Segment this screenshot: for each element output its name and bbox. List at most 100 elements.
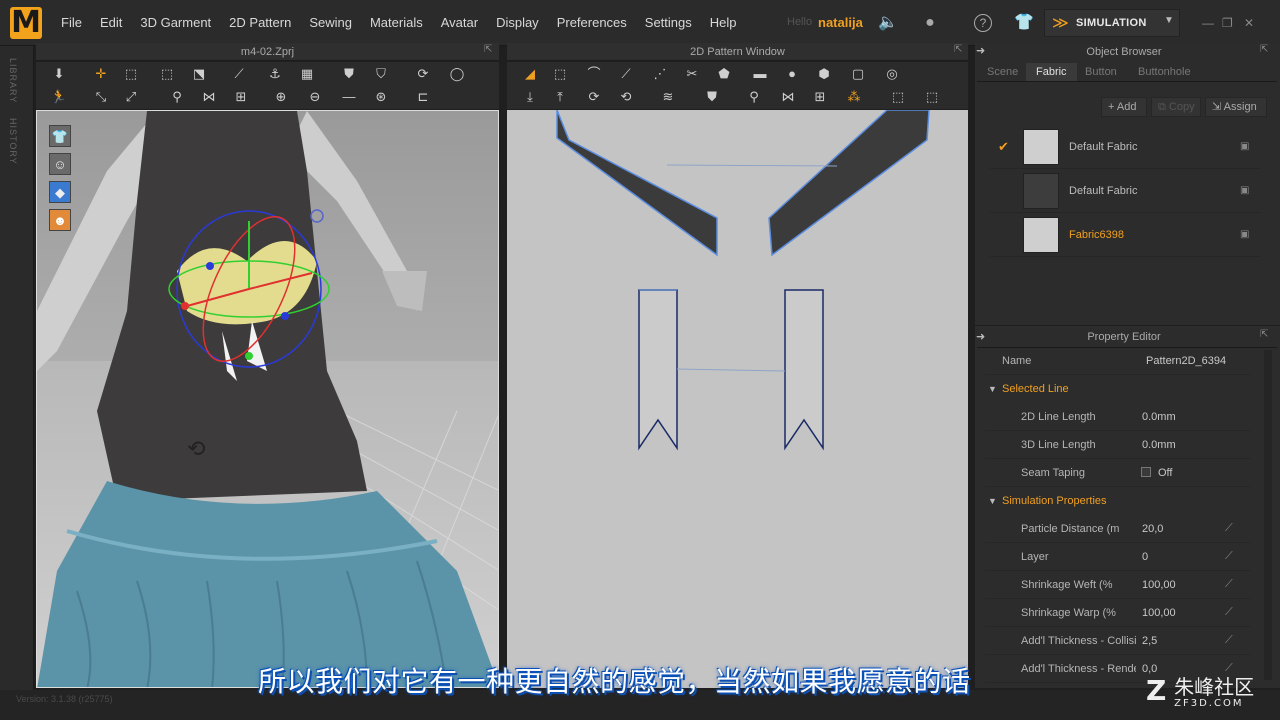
scrollbar[interactable] xyxy=(1264,350,1272,680)
panel-arrow-icon[interactable]: ➜ xyxy=(976,44,985,57)
rotate-box-icon[interactable]: ⬚ xyxy=(158,65,176,83)
stitch-icon[interactable]: ⊞ xyxy=(232,88,250,106)
edit-icon[interactable]: ⟋ xyxy=(1225,634,1233,647)
menu-settings[interactable]: Settings xyxy=(636,0,701,46)
pin-icon[interactable]: ⚓ xyxy=(266,65,284,83)
tack-icon[interactable]: ≋ xyxy=(659,88,677,106)
close-icon[interactable]: ✕ xyxy=(1244,16,1254,30)
tab-scene[interactable]: Scene xyxy=(977,63,1028,81)
lock-icon[interactable]: ▣ xyxy=(1240,229,1249,240)
segment-sewing-icon[interactable]: ⟳ xyxy=(585,88,603,106)
edit-icon[interactable]: ⟋ xyxy=(1225,550,1233,563)
expand-icon[interactable]: ⇱ xyxy=(1260,44,1268,55)
dart-icon[interactable]: ⤓ xyxy=(521,88,539,106)
add-button[interactable]: + Add xyxy=(1101,97,1147,117)
texture-edit-icon[interactable]: ⬚ xyxy=(889,88,907,106)
tab-history[interactable]: HISTORY xyxy=(8,118,18,165)
lock-icon[interactable]: ▣ xyxy=(1240,185,1249,196)
transform-icon[interactable]: ✛ xyxy=(92,65,110,83)
property-value[interactable]: 2,5 xyxy=(1142,635,1157,647)
edit-curve-point-icon[interactable]: ⟋ xyxy=(617,65,635,83)
loop-icon[interactable]: ◯ xyxy=(448,65,466,83)
rectangle-icon[interactable]: ▬ xyxy=(751,65,769,83)
internal-circle-icon[interactable]: ◎ xyxy=(883,65,901,83)
edit-curvature-icon[interactable]: ⌒ xyxy=(585,65,603,83)
trim-icon[interactable]: ⊏ xyxy=(414,88,432,106)
cut-icon[interactable]: ✂ xyxy=(683,65,701,83)
fabric-swatch[interactable] xyxy=(1023,173,1059,209)
garment-icon[interactable]: 👕 xyxy=(1014,13,1034,33)
select-arrow-icon[interactable]: ⬇ xyxy=(50,65,68,83)
tab-library[interactable]: LIBRARY xyxy=(8,58,18,103)
shirt-icon[interactable]: ⛊ xyxy=(340,65,358,83)
menu-3d-garment[interactable]: 3D Garment xyxy=(131,0,220,46)
caret-down-icon[interactable]: ▼ xyxy=(988,384,997,394)
show-texture-icon[interactable]: ◆ xyxy=(49,181,71,203)
symmetry-icon[interactable]: ⁂ xyxy=(845,88,863,106)
menu-2d-pattern[interactable]: 2D Pattern xyxy=(220,0,300,46)
internal-rectangle-icon[interactable]: ▢ xyxy=(849,65,867,83)
expand-icon[interactable]: ⇱ xyxy=(954,44,962,55)
seam-allowance-icon[interactable]: ⤒ xyxy=(551,88,569,106)
user-icon[interactable]: ● xyxy=(920,13,940,33)
circle-icon[interactable]: ● xyxy=(783,65,801,83)
tab-fabric[interactable]: Fabric xyxy=(1026,63,1077,81)
section-selected-line[interactable]: Selected Line xyxy=(1002,383,1069,395)
tab-buttonhole[interactable]: Buttonhole xyxy=(1128,63,1201,81)
polygon-icon[interactable]: ⬟ xyxy=(715,65,733,83)
buttonhole-icon[interactable]: ⊖ xyxy=(306,88,324,106)
grid-icon[interactable]: ⊞ xyxy=(811,88,829,106)
avatar-pose-icon[interactable]: 🏃 xyxy=(50,88,68,106)
tuck-icon[interactable]: ⚲ xyxy=(168,88,186,106)
view3d-canvas[interactable]: ⟲ 👕 ☺ ◆ ☻ xyxy=(36,110,499,688)
measure-icon[interactable]: ⤡ xyxy=(92,88,110,106)
assign-button[interactable]: ⇲ Assign xyxy=(1205,97,1267,117)
fold-arrangement-icon[interactable]: ⛊ xyxy=(703,88,721,106)
menu-preferences[interactable]: Preferences xyxy=(548,0,636,46)
pen-icon[interactable]: ⟋ xyxy=(230,65,248,83)
avatar-display-icon[interactable]: ☻ xyxy=(49,209,71,231)
expand-icon[interactable]: ⇱ xyxy=(484,44,492,55)
help-icon[interactable]: ? xyxy=(974,14,992,32)
button-icon[interactable]: ⊕ xyxy=(272,88,290,106)
copy-button[interactable]: ⧉ Copy xyxy=(1151,97,1201,117)
menu-display[interactable]: Display xyxy=(487,0,548,46)
edit-icon[interactable]: ⟋ xyxy=(1225,606,1233,619)
menu-file[interactable]: File xyxy=(52,0,91,46)
fold-icon[interactable]: ⬔ xyxy=(190,65,208,83)
property-value[interactable]: 0 xyxy=(1142,551,1148,563)
edit-icon[interactable]: ⟋ xyxy=(1225,578,1233,591)
curve-icon[interactable]: ⟳ xyxy=(414,65,432,83)
line-icon[interactable]: — xyxy=(340,88,358,106)
maximize-icon[interactable]: ❐ xyxy=(1222,16,1233,30)
chevron-down-icon[interactable]: ▼ xyxy=(1164,15,1174,26)
graphic-icon[interactable]: ⬚ xyxy=(923,88,941,106)
vest-icon[interactable]: ⛉ xyxy=(372,65,390,83)
seam-taping-checkbox[interactable] xyxy=(1141,467,1151,477)
tape-icon[interactable]: ⤢ xyxy=(122,88,140,106)
speaker-icon[interactable]: 🔈 xyxy=(878,13,898,33)
property-value[interactable]: 100,00 xyxy=(1142,607,1176,619)
caret-down-icon[interactable]: ▼ xyxy=(988,496,997,506)
zipper-icon[interactable]: ⋈ xyxy=(779,88,797,106)
pleat-icon[interactable]: ⚲ xyxy=(745,88,763,106)
fabric-swatch[interactable] xyxy=(1023,129,1059,165)
menu-help[interactable]: Help xyxy=(701,0,746,46)
add-point-icon[interactable]: ⋰ xyxy=(651,65,669,83)
tab-button[interactable]: Button xyxy=(1075,63,1127,81)
property-value[interactable]: 20,0 xyxy=(1142,523,1163,535)
property-value[interactable]: 100,00 xyxy=(1142,579,1176,591)
show-garment-icon[interactable]: 👕 xyxy=(49,125,71,147)
expand-icon[interactable]: ⇱ xyxy=(1260,329,1268,340)
menu-avatar[interactable]: Avatar xyxy=(432,0,487,46)
menu-sewing[interactable]: Sewing xyxy=(300,0,361,46)
minimize-icon[interactable]: — xyxy=(1202,16,1214,30)
menu-materials[interactable]: Materials xyxy=(361,0,432,46)
menu-edit[interactable]: Edit xyxy=(91,0,131,46)
fabric-swatch[interactable] xyxy=(1023,217,1059,253)
select-box-icon[interactable]: ⬚ xyxy=(122,65,140,83)
free-sewing-icon[interactable]: ⟲ xyxy=(617,88,635,106)
panel-arrow-icon[interactable]: ➜ xyxy=(976,330,985,343)
show-avatar-icon[interactable]: ☺ xyxy=(49,153,71,175)
name-value[interactable]: Pattern2D_6394 xyxy=(1146,355,1226,367)
